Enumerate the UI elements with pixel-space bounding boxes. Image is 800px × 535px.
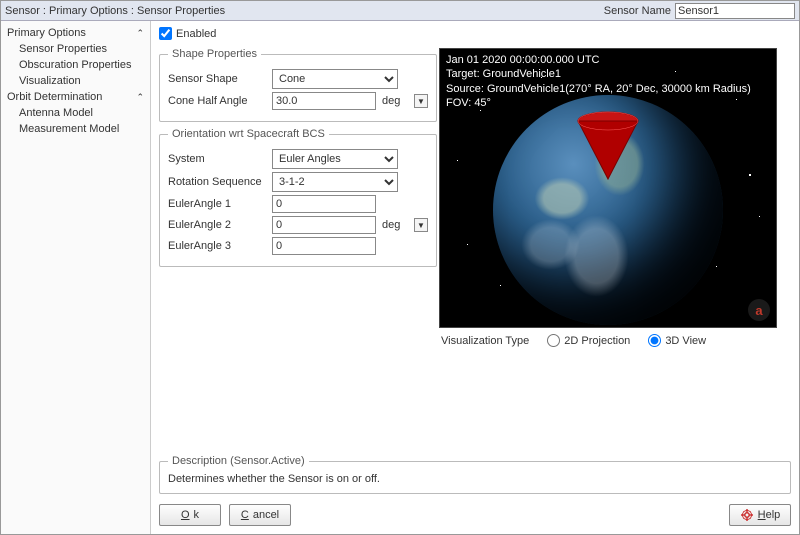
- shape-legend: Shape Properties: [168, 48, 261, 60]
- ok-button[interactable]: Ok: [159, 504, 221, 526]
- orientation-legend: Orientation wrt Spacecraft BCS: [168, 128, 329, 140]
- vis-type-3d-radio[interactable]: [648, 334, 661, 347]
- euler1-input[interactable]: [272, 195, 376, 213]
- sidebar-item-visualization[interactable]: Visualization: [1, 73, 150, 89]
- sidebar-item-antenna-model[interactable]: Antenna Model: [1, 105, 150, 121]
- description-legend: Description (Sensor.Active): [168, 455, 309, 467]
- visualization-type-label: Visualization Type: [441, 335, 529, 347]
- angle-unit: deg: [382, 219, 408, 231]
- enabled-checkbox[interactable]: [159, 27, 172, 40]
- description-group: Description (Sensor.Active) Determines w…: [159, 455, 791, 494]
- unit-dropdown-icon[interactable]: ▼: [414, 94, 428, 108]
- rotation-sequence-select[interactable]: 3-1-2: [272, 172, 398, 192]
- unit-dropdown-icon[interactable]: ▼: [414, 218, 428, 232]
- angle-unit: deg: [382, 95, 408, 107]
- euler1-label: EulerAngle 1: [168, 198, 266, 210]
- sidebar-item-sensor-properties[interactable]: Sensor Properties: [1, 41, 150, 57]
- system-select[interactable]: Euler Angles: [272, 149, 398, 169]
- 3d-viewport[interactable]: Jan 01 2020 00:00:00.000 UTC Target: Gro…: [439, 48, 777, 328]
- sidebar-item-measurement-model[interactable]: Measurement Model: [1, 121, 150, 137]
- sidebar-group-label: Orbit Determination: [7, 91, 102, 103]
- vis-type-3d-label: 3D View: [665, 335, 706, 347]
- vis-type-2d-label: 2D Projection: [564, 335, 630, 347]
- sidebar-item-obscuration-properties[interactable]: Obscuration Properties: [1, 57, 150, 73]
- sensor-name-label: Sensor Name: [604, 5, 671, 17]
- sensor-shape-select[interactable]: Cone: [272, 69, 398, 89]
- sensor-cone-icon: [568, 111, 648, 181]
- sensor-name-input[interactable]: [675, 3, 795, 19]
- shape-properties-group: Shape Properties Sensor Shape Cone Cone …: [159, 48, 437, 122]
- cone-half-angle-label: Cone Half Angle: [168, 95, 266, 107]
- sidebar-group-orbit-determination[interactable]: Orbit Determination ⌃: [1, 89, 150, 105]
- cancel-button[interactable]: Cancel: [229, 504, 291, 526]
- help-button[interactable]: Help: [729, 504, 791, 526]
- sidebar-group-label: Primary Options: [7, 27, 86, 39]
- euler2-input[interactable]: [272, 216, 376, 234]
- breadcrumb: Sensor : Primary Options : Sensor Proper…: [5, 5, 225, 17]
- rotation-sequence-label: Rotation Sequence: [168, 176, 266, 188]
- euler3-input[interactable]: [272, 237, 376, 255]
- vis-type-2d-radio[interactable]: [547, 334, 560, 347]
- system-label: System: [168, 153, 266, 165]
- help-icon: [740, 508, 754, 522]
- enabled-label: Enabled: [176, 28, 216, 40]
- cone-half-angle-input[interactable]: [272, 92, 376, 110]
- sidebar: Primary Options ⌃ Sensor Properties Obsc…: [1, 21, 151, 534]
- description-text: Determines whether the Sensor is on or o…: [168, 473, 782, 485]
- euler2-label: EulerAngle 2: [168, 219, 266, 231]
- euler3-label: EulerAngle 3: [168, 240, 266, 252]
- sensor-shape-label: Sensor Shape: [168, 73, 266, 85]
- chevron-up-icon: ⌃: [136, 28, 144, 39]
- chevron-up-icon: ⌃: [136, 92, 144, 103]
- logo-watermark-icon: a: [748, 299, 770, 321]
- sidebar-group-primary-options[interactable]: Primary Options ⌃: [1, 25, 150, 41]
- orientation-group: Orientation wrt Spacecraft BCS System Eu…: [159, 128, 437, 267]
- viewport-overlay: Jan 01 2020 00:00:00.000 UTC Target: Gro…: [446, 53, 751, 110]
